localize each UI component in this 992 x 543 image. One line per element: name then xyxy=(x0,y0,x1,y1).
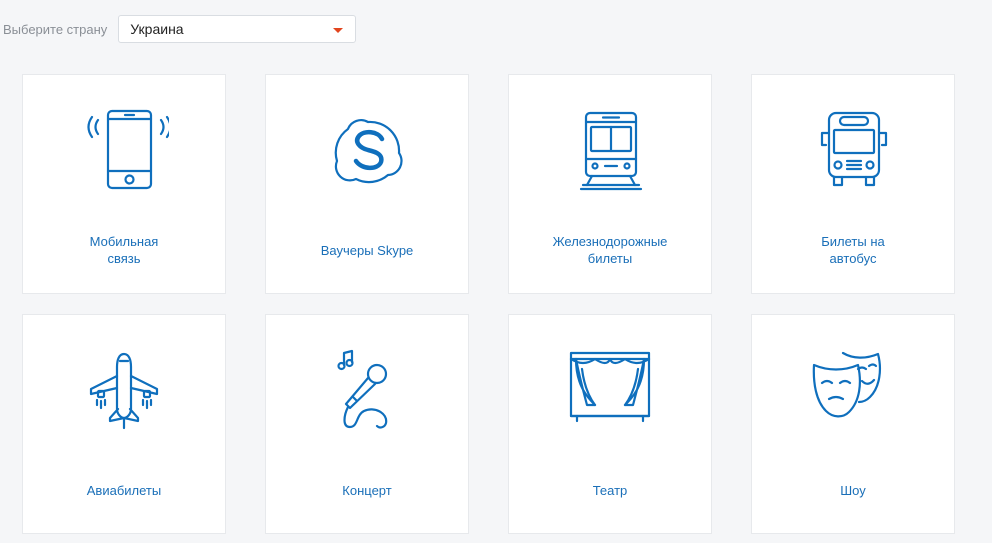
caret-down-icon xyxy=(333,28,344,33)
category-card-train[interactable]: Железнодорожные билеты xyxy=(508,74,712,294)
country-dropdown[interactable]: Украина xyxy=(118,15,357,43)
mobile-phone-icon xyxy=(79,105,169,195)
theater-masks-icon xyxy=(808,345,898,435)
category-label: Театр xyxy=(592,482,628,498)
train-icon xyxy=(565,105,655,195)
category-label: Ваучеры Skype xyxy=(320,242,414,258)
category-card-airplane[interactable]: Авиабилеты xyxy=(22,314,226,534)
category-label: Железнодорожные билеты xyxy=(552,234,668,266)
country-selected-value: Украина xyxy=(130,21,184,37)
category-card-show[interactable]: Шоу xyxy=(751,314,955,534)
skype-icon xyxy=(322,105,412,195)
category-label: Концерт xyxy=(342,482,392,498)
country-label: Выберите страну xyxy=(3,21,108,37)
category-grid: Мобильная связь Ваучеры Skype Железнодор… xyxy=(22,74,955,534)
category-label: Авиабилеты xyxy=(86,482,162,498)
microphone-icon xyxy=(322,345,412,435)
category-card-theater[interactable]: Театр xyxy=(508,314,712,534)
category-card-concert[interactable]: Концерт xyxy=(265,314,469,534)
page: Выберите страну Украина Мобильная связь … xyxy=(0,0,992,543)
category-card-mobile[interactable]: Мобильная связь xyxy=(22,74,226,294)
category-card-bus[interactable]: Билеты на автобус xyxy=(751,74,955,294)
country-selector-row: Выберите страну Украина xyxy=(3,14,357,44)
category-label: Билеты на автобус xyxy=(821,234,885,266)
category-label: Мобильная связь xyxy=(89,234,159,266)
category-card-skype[interactable]: Ваучеры Skype xyxy=(265,74,469,294)
category-label: Шоу xyxy=(840,482,866,498)
bus-icon xyxy=(808,105,898,195)
airplane-icon xyxy=(79,345,169,435)
theater-curtain-icon xyxy=(565,345,655,435)
